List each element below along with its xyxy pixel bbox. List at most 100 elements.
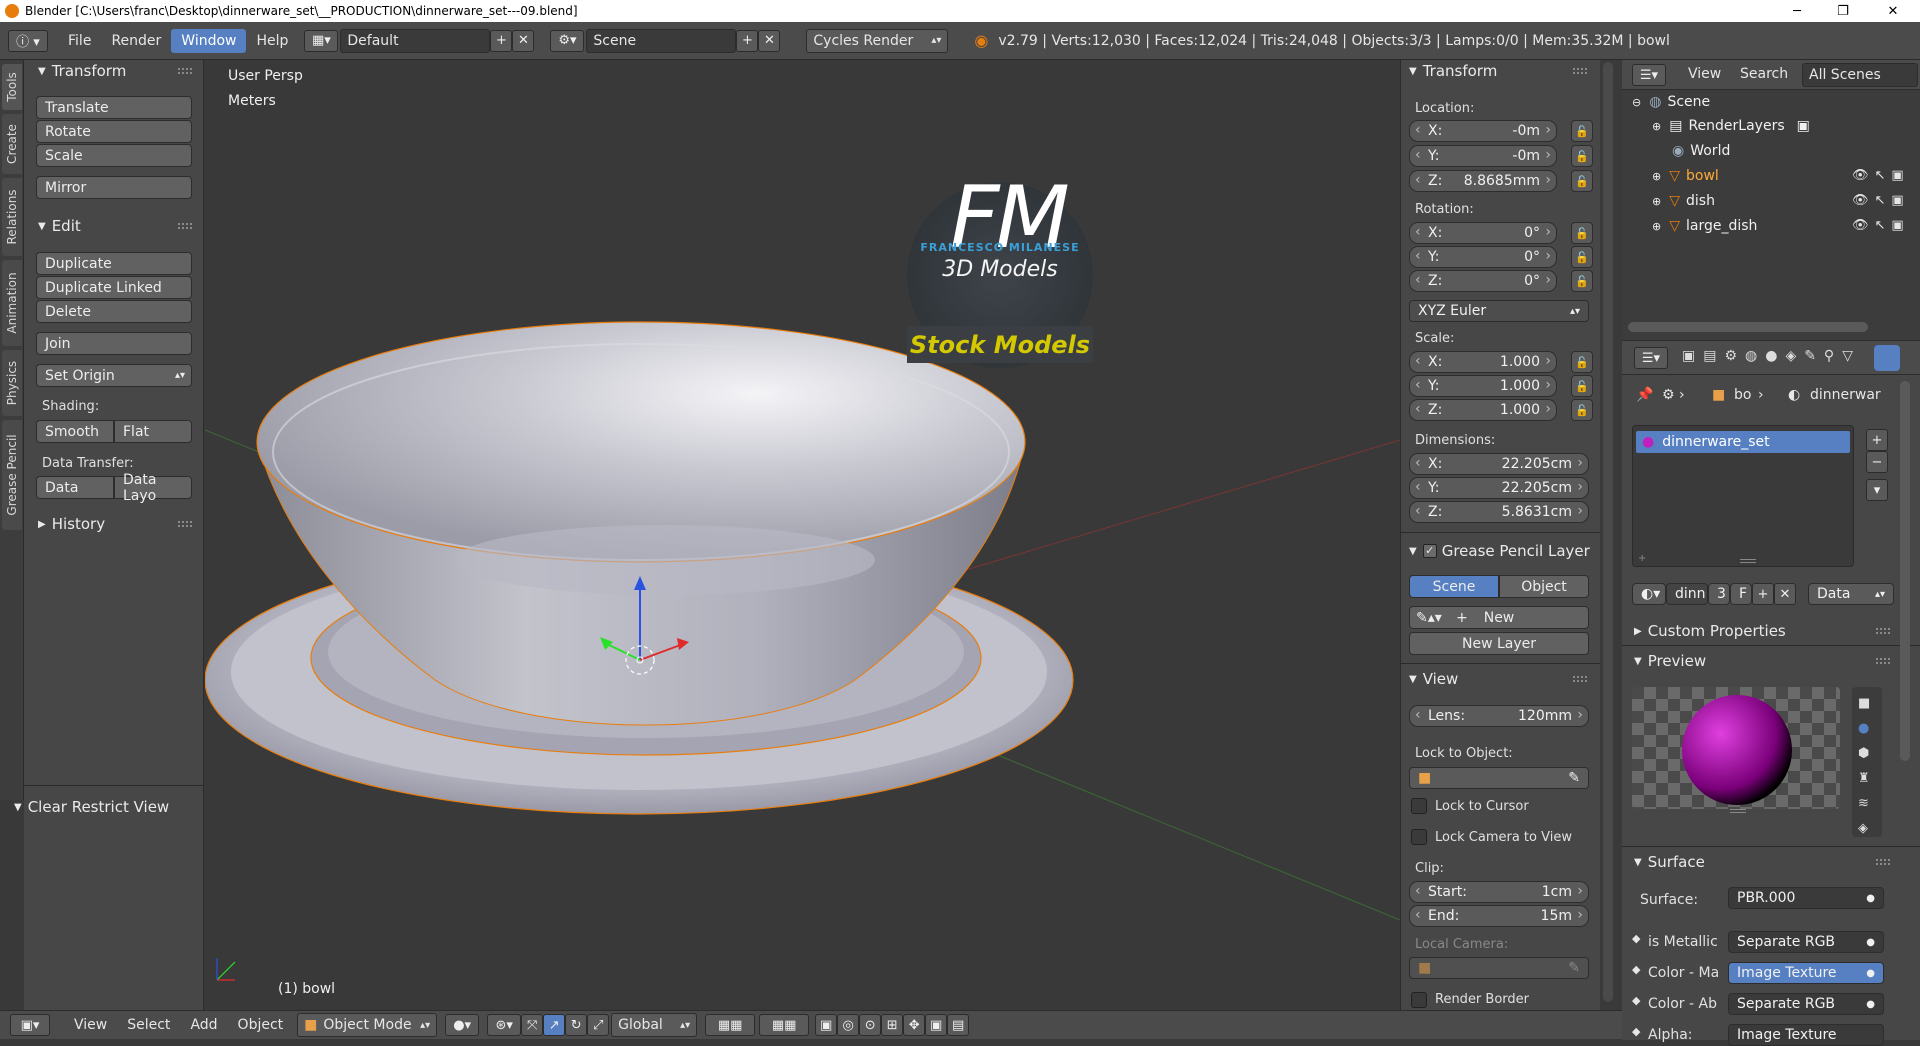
opengl-anim-icon[interactable]: ▤: [947, 1014, 970, 1036]
unlink-material-icon[interactable]: ✕: [1774, 583, 1796, 605]
dimension-x-field[interactable]: X: 22.205cm: [1409, 453, 1589, 475]
render-border-checkbox[interactable]: [1411, 992, 1427, 1008]
viewport-scene[interactable]: [205, 60, 1400, 1010]
scale-z-field[interactable]: Z: 1.000: [1409, 399, 1557, 421]
viewport-select-menu[interactable]: Select: [117, 1013, 180, 1037]
properties-editor-type-icon[interactable]: ☰▾: [1634, 347, 1668, 369]
outliner-filter-select[interactable]: All Scenes: [1802, 63, 1918, 87]
eyedropper-icon[interactable]: ✎: [1568, 770, 1580, 786]
proportional-edit-icon[interactable]: ◎: [837, 1014, 860, 1036]
interaction-mode-select[interactable]: ■ Object Mode ▴▾: [297, 1013, 438, 1037]
outliner-world-row[interactable]: ◉ World: [1672, 143, 1730, 159]
custom-properties-header[interactable]: ▶ Custom Properties: [1634, 620, 1786, 642]
rotation-y-field[interactable]: Y: 0°: [1409, 246, 1557, 268]
drag-grip-icon[interactable]: [1876, 658, 1890, 664]
input-expand-icon[interactable]: ◆: [1632, 1025, 1640, 1038]
lock-icon[interactable]: 🔓: [1571, 170, 1593, 192]
rotation-x-field[interactable]: X: 0°: [1409, 222, 1557, 244]
editor-type-info-button[interactable]: ⓘ ▾: [8, 29, 48, 52]
fake-user-toggle[interactable]: F: [1730, 583, 1752, 605]
clip-start-field[interactable]: Start: 1cm: [1409, 881, 1589, 903]
input-expand-icon[interactable]: ◆: [1632, 932, 1640, 945]
surface-shader-select[interactable]: PBR.000 ●: [1728, 887, 1884, 909]
slot-list-grip-icon[interactable]: [1740, 559, 1756, 563]
properties-context-tabs[interactable]: ▣▤⚙◍●◈✎⚲▽: [1682, 348, 1861, 364]
pin-icon[interactable]: 📌: [1636, 387, 1653, 403]
location-z-field[interactable]: Z: 8.8685mm: [1409, 170, 1557, 192]
render-engine-select[interactable]: Cycles Render ▴▾: [806, 28, 949, 53]
delete-button[interactable]: Delete: [36, 300, 192, 323]
screen-layout-field[interactable]: Default: [340, 28, 491, 53]
material-link-select[interactable]: Data ▴▾: [1808, 583, 1894, 605]
grease-pencil-layer-header[interactable]: ▼ ✓ Grease Pencil Layer: [1409, 540, 1590, 562]
tab-relations[interactable]: Relations: [2, 178, 22, 256]
dimension-y-field[interactable]: Y: 22.205cm: [1409, 477, 1589, 499]
rotation-mode-select[interactable]: XYZ Euler ▴▾: [1409, 300, 1589, 322]
outliner-scrollbar[interactable]: [1628, 322, 1868, 332]
n-panel-scrollbar[interactable]: [1603, 62, 1613, 1002]
screen-layout-icon[interactable]: ▦▾: [304, 29, 339, 52]
lock-icon[interactable]: 🔓: [1571, 145, 1593, 167]
local-camera-field[interactable]: ■ ✎: [1409, 957, 1589, 979]
duplicate-linked-button[interactable]: Duplicate Linked: [36, 276, 192, 299]
flat-button[interactable]: Flat: [114, 420, 192, 443]
menu-file[interactable]: File: [58, 29, 101, 53]
history-panel-header[interactable]: ▶ History: [38, 513, 105, 535]
material-slot-item[interactable]: ● dinnerware_set: [1636, 431, 1850, 453]
translate-manipulator-icon[interactable]: ↗: [543, 1014, 566, 1036]
drag-grip-icon[interactable]: [1573, 676, 1587, 682]
material-users-count[interactable]: 3: [1708, 583, 1730, 605]
expand-icon[interactable]: ⊕: [1652, 195, 1661, 208]
new-material-icon[interactable]: +: [1752, 583, 1774, 605]
remove-slot-icon[interactable]: −: [1866, 451, 1888, 473]
scene-browse-icon[interactable]: ⚙▾: [550, 29, 585, 52]
transform-n-header[interactable]: ▼ Transform: [1409, 60, 1497, 82]
checkbox-checked-icon[interactable]: ✓: [1422, 544, 1437, 558]
outliner-object-row[interactable]: ⊕ ▽ dish: [1652, 193, 1715, 209]
preview-shape-icons[interactable]: ■ ● ⬢ ♜ ≋ ◈: [1858, 691, 1870, 841]
rotate-button[interactable]: Rotate: [36, 120, 192, 143]
smooth-button[interactable]: Smooth: [36, 420, 114, 443]
scale-x-field[interactable]: X: 1.000: [1409, 351, 1557, 373]
outliner-renderlayers-row[interactable]: ⊕ ▤ RenderLayers ▣: [1652, 118, 1810, 134]
outliner-search-menu[interactable]: Search: [1740, 66, 1788, 82]
lock-icon[interactable]: 🔓: [1571, 222, 1593, 244]
render-layer-toggle-icon[interactable]: ▣: [1797, 118, 1810, 134]
menu-window[interactable]: Window: [171, 28, 247, 53]
slot-list-resize-icon[interactable]: +: [1638, 553, 1646, 564]
location-x-field[interactable]: X: -0m: [1409, 120, 1557, 142]
slot-menu-icon[interactable]: ▾: [1866, 479, 1888, 501]
viewport-object-menu[interactable]: Object: [228, 1013, 294, 1037]
viewport-shading-icon[interactable]: ●▾: [445, 1014, 480, 1036]
viewport-view-menu[interactable]: View: [64, 1013, 117, 1037]
layer-lock-icon[interactable]: ▣: [815, 1014, 838, 1036]
menu-help[interactable]: Help: [246, 29, 298, 53]
edit-panel-header[interactable]: ▼ Edit: [38, 215, 81, 237]
transform-orientation-select[interactable]: Global ▴▾: [611, 1013, 698, 1037]
lock-object-field[interactable]: ■ ✎: [1409, 767, 1589, 789]
duplicate-button[interactable]: Duplicate: [36, 252, 192, 275]
close-button[interactable]: ✕: [1870, 0, 1916, 22]
remove-layout-icon[interactable]: ✕: [512, 29, 535, 52]
set-origin-select[interactable]: Set Origin ▴▾: [36, 364, 192, 387]
gp-scene-toggle[interactable]: Scene: [1409, 575, 1499, 598]
breadcrumb-material[interactable]: dinnerwar: [1810, 387, 1881, 403]
view-panel-header[interactable]: ▼ View: [1409, 668, 1458, 690]
maximize-button[interactable]: ❐: [1820, 0, 1866, 22]
lock-icon[interactable]: 🔓: [1571, 246, 1593, 268]
drag-grip-icon[interactable]: [1876, 628, 1890, 634]
drag-grip-icon[interactable]: [178, 68, 192, 74]
tab-create[interactable]: Create: [2, 114, 22, 174]
input-expand-icon[interactable]: ◆: [1632, 994, 1640, 1007]
outliner-scene-row[interactable]: ⊖ ◍ Scene: [1632, 94, 1710, 110]
snap-element-icon[interactable]: ⊞: [881, 1014, 904, 1036]
snap-target-icon[interactable]: ✥: [903, 1014, 926, 1036]
drag-grip-icon[interactable]: [178, 223, 192, 229]
rotation-z-field[interactable]: Z: 0°: [1409, 270, 1557, 292]
outliner-editor-type-icon[interactable]: ☰▾: [1632, 64, 1666, 86]
expand-icon[interactable]: ⊕: [1652, 170, 1661, 183]
breadcrumb-object[interactable]: bo: [1734, 387, 1751, 403]
lens-field[interactable]: Lens: 120mm: [1409, 705, 1589, 727]
viewport-add-menu[interactable]: Add: [180, 1013, 227, 1037]
lock-icon[interactable]: 🔓: [1571, 399, 1593, 421]
